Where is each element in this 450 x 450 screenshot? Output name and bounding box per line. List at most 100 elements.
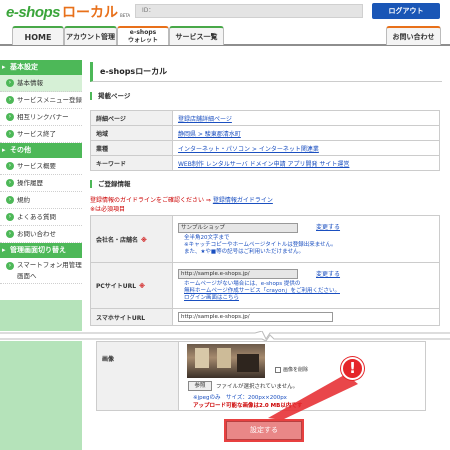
detail-page-link[interactable]: 登録店舗詳細ページ [178,116,232,123]
sidebar-item-history[interactable]: › 操作履歴 [0,175,82,192]
sidebar-item-label-line1: スマートフォン用管理 [17,261,82,269]
listing-key: 詳細ページ [90,110,173,126]
arrow-icon: › [6,230,14,238]
sidebar-group-other: その他 [0,143,82,158]
required-mark: ※ [139,283,145,290]
sidebar-item-label-line2: 画面へ [17,272,37,280]
shop-name-hint-3: また、★や■等の記号はご利用いただけません。 [184,248,304,255]
sidebar-group-basic: 基本設定 [0,60,82,75]
arrow-icon: › [6,262,14,270]
field-label: 会社名・店舗名 ※ [90,215,173,263]
required-mark: ※ [141,236,147,244]
callout-pointer [268,374,358,420]
save-button[interactable]: 設定する [224,419,304,442]
field-label: PCサイトURL ※ [90,262,173,309]
sidebar-item-label: 基本情報 [17,79,43,87]
crayon-link[interactable]: 無料ホームページ作成サービス「crayon」をご利用ください。 [184,288,340,294]
form-row-shop-name: 会社名・店舗名 ※ サンプルショップ 変更する 全半角20文字まで ※キャッチコピー… [90,215,440,263]
sidebar-item-service-end[interactable]: › サービス終了 [0,126,82,143]
arrow-icon: › [6,213,14,221]
listing-key: 業種 [90,140,173,156]
sidebar-item-label: サービス概要 [17,162,56,170]
tab-wallet[interactable]: e-shops ウォレット [117,26,169,45]
listing-value: 静岡県 > 駿東郡清水町 [172,125,440,141]
field-cell: http://sample.e-shops.jp/変更する ホームページがない場… [172,262,440,309]
sidebar-item-service-menu[interactable]: › サービスメニュー登録 [0,92,82,109]
file-browse-button[interactable]: 参照 [188,381,212,391]
sidebar-item-label: 相互リンクバナー [17,113,69,121]
arrow-icon: › [6,130,14,138]
required-note: ※は必須項目 [90,206,126,213]
table-row: 詳細ページ 登録店舗詳細ページ [90,110,440,126]
pc-url-label: PCサイトURL [96,283,137,290]
tab-contact[interactable]: お問い合わせ [386,26,441,45]
sidebar-item-link-banner[interactable]: › 相互リンクバナー [0,109,82,126]
listing-key: 地域 [90,125,173,141]
registration-form: 会社名・店舗名 ※ サンプルショップ 変更する 全半角20文字まで ※キャッチコピー… [90,215,440,326]
sidebar-item-terms[interactable]: › 規約 [0,192,82,209]
sidebar-item-label: お問い合わせ [17,230,56,238]
change-pc-url-link[interactable]: 変更する [316,271,340,278]
keyword-links[interactable]: WEB制作 レンタルサーバ ドメイン申請 アプリ開発 サイト運営 [178,161,349,168]
shop-name-field[interactable]: サンプルショップ [178,222,298,233]
pc-url-field[interactable]: http://sample.e-shops.jp/ [178,269,298,280]
tab-home[interactable]: HOME [12,26,64,45]
arrow-icon: › [6,162,14,170]
top-header: e-shops ローカル BETA ID： ログアウト [0,0,450,24]
table-row: キーワード WEB制作 レンタルサーバ ドメイン申請 アプリ開発 サイト運営 [90,155,440,171]
table-row: 地域 静岡県 > 駿東郡清水町 [90,125,440,141]
listing-table: 詳細ページ 登録店舗詳細ページ 地域 静岡県 > 駿東郡清水町 業種 インターネ… [90,110,440,171]
tab-wallet-line2: ウォレット [127,37,158,44]
smartphone-url-field[interactable]: http://sample.e-shops.jp/ [178,312,333,322]
torn-edge-icon [0,331,450,341]
listing-value: インターネット・パソコン > インターネット関連業 [172,140,440,156]
exclamation-icon: ! [341,357,364,380]
field-cell: http://sample.e-shops.jp/ [172,308,440,326]
logout-button[interactable]: ログアウト [372,3,440,19]
page-title: e-shopsローカル [90,62,442,82]
change-shop-name-link[interactable]: 変更する [316,224,340,231]
photo-window [217,348,231,368]
sidebar-item-basic-info[interactable]: › 基本情報 [0,75,82,92]
region-link[interactable]: 静岡県 > 駿東郡清水町 [178,131,241,138]
sidebar-item-label: サービスメニュー登録 [17,96,82,104]
login-link[interactable]: ログイン画面はこちら [184,295,239,301]
sidebar-item-label: 操作履歴 [17,179,43,187]
page-break [0,331,450,341]
arrow-icon: › [6,113,14,121]
sidebar-background-lower [0,341,82,450]
shop-name-label: 会社名・店舗名 [96,236,139,244]
guideline-link[interactable]: 登録情報ガイドライン [213,197,273,204]
listing-value: WEB制作 レンタルサーバ ドメイン申請 アプリ開発 サイト運営 [172,155,440,171]
guideline-note: 登録情報のガイドラインをご確認ください ⇒ 登録情報ガイドライン [90,195,273,204]
pc-url-hint-3: ログイン画面はこちら [178,295,434,302]
listing-key: キーワード [90,155,173,171]
industry-link[interactable]: インターネット・パソコン > インターネット関連業 [178,146,319,153]
arrow-icon: › [6,96,14,104]
guideline-note-text: 登録情報のガイドラインをご確認ください ⇒ [90,197,213,204]
site-logo[interactable]: e-shops ローカル BETA [6,2,131,21]
sidebar-item-overview[interactable]: › サービス概要 [0,158,82,175]
field-label: スマホサイトURL [90,308,173,326]
main-nav-tabs: HOME アカウント管理 e-shops ウォレット サービス一覧 お問い合わせ [0,24,450,46]
sidebar-background [0,300,82,331]
sidebar-item-label: よくある質問 [17,213,56,221]
logo-main: e-shops [6,4,61,21]
shop-name-hint-2: ※キャッチコピーやホームページタイトルは登録出来ません。 [184,241,337,248]
arrow-icon: › [6,179,14,187]
logo-sub: ローカル [62,4,119,20]
registration-heading: ご登録情報 [90,180,131,188]
photo-window [195,348,209,368]
sidebar-item-inquiry[interactable]: › お問い合わせ [0,226,82,243]
form-row-pc-url: PCサイトURL ※ http://sample.e-shops.jp/変更する … [90,262,440,309]
tab-services[interactable]: サービス一覧 [169,26,224,45]
form-row-sp-url: スマホサイトURL http://sample.e-shops.jp/ [90,308,440,326]
sidebar-item-smartphone[interactable]: › スマートフォン用管理 画面へ [0,258,82,284]
logo-small: BETA [120,13,131,18]
arrow-icon: › [6,196,14,204]
tab-account[interactable]: アカウント管理 [64,26,117,45]
listing-heading: 掲載ページ [90,92,130,100]
tab-wallet-line1: e-shops [129,29,157,36]
table-row: 業種 インターネット・パソコン > インターネット関連業 [90,140,440,156]
sidebar-item-faq[interactable]: › よくある質問 [0,209,82,226]
